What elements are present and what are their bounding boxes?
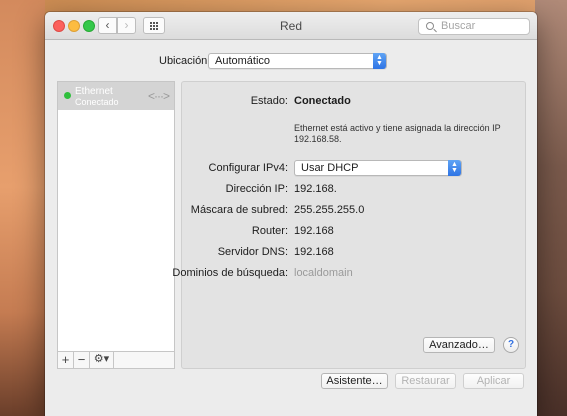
network-preferences-window: ‹ › Red Buscar Ubicación: Automático ▲ ▼ …	[45, 12, 537, 416]
service-list-toolbar: + − ⚙▾	[57, 352, 175, 369]
status-label: Estado:	[250, 95, 288, 107]
location-label: Ubicación:	[159, 55, 211, 67]
advanced-button[interactable]: Avanzado…	[423, 337, 495, 353]
dns-server-value: 192.168	[294, 246, 334, 258]
gear-menu-button[interactable]: ⚙▾	[90, 352, 114, 368]
ip-address-label: Dirección IP:	[225, 183, 288, 195]
apply-button[interactable]: Aplicar	[463, 373, 524, 389]
titlebar: ‹ › Red Buscar	[45, 12, 537, 40]
ip-address-value: 192.168.	[294, 183, 337, 195]
router-value: 192.168	[294, 225, 334, 237]
dns-server-label: Servidor DNS:	[217, 246, 288, 258]
service-name: Ethernet	[75, 86, 113, 97]
location-select[interactable]: Automático ▲ ▼	[208, 53, 387, 69]
search-placeholder: Buscar	[441, 20, 476, 32]
service-detail-panel: Estado: Conectado Ethernet está activo y…	[172, 81, 526, 369]
service-list[interactable]: Ethernet Conectado <···>	[57, 81, 175, 352]
search-domains-label: Dominios de búsqueda:	[172, 267, 288, 279]
assistant-button[interactable]: Asistente…	[321, 373, 388, 389]
configure-ipv4-select[interactable]: Usar DHCP ▲ ▼	[294, 160, 462, 176]
search-icon	[426, 22, 434, 30]
remove-service-button[interactable]: −	[74, 352, 90, 368]
configure-ipv4-label: Configurar IPv4:	[208, 162, 288, 174]
updown-arrows-icon: ▲ ▼	[448, 160, 461, 176]
router-label: Router:	[251, 225, 288, 237]
subnet-mask-label: Máscara de subred:	[190, 204, 288, 216]
status-dot-icon	[64, 92, 71, 99]
subnet-mask-value: 255.255.255.0	[294, 204, 365, 216]
updown-arrows-icon: ▲ ▼	[373, 53, 386, 69]
location-value: Automático	[215, 55, 271, 67]
add-service-button[interactable]: +	[58, 352, 74, 368]
search-domains-value: localdomain	[294, 267, 353, 279]
status-value: Conectado	[294, 95, 351, 107]
desktop-background-right	[535, 0, 567, 416]
configure-ipv4-value: Usar DHCP	[301, 162, 359, 174]
search-field[interactable]: Buscar	[418, 18, 530, 35]
service-status: Conectado	[75, 97, 119, 107]
desktop-background-left	[0, 0, 45, 416]
status-description: Ethernet está activo y tiene asignada la…	[294, 123, 501, 144]
service-item-ethernet[interactable]: Ethernet Conectado <···>	[58, 82, 174, 110]
revert-button[interactable]: Restaurar	[395, 373, 456, 389]
help-button[interactable]: ?	[503, 337, 519, 353]
